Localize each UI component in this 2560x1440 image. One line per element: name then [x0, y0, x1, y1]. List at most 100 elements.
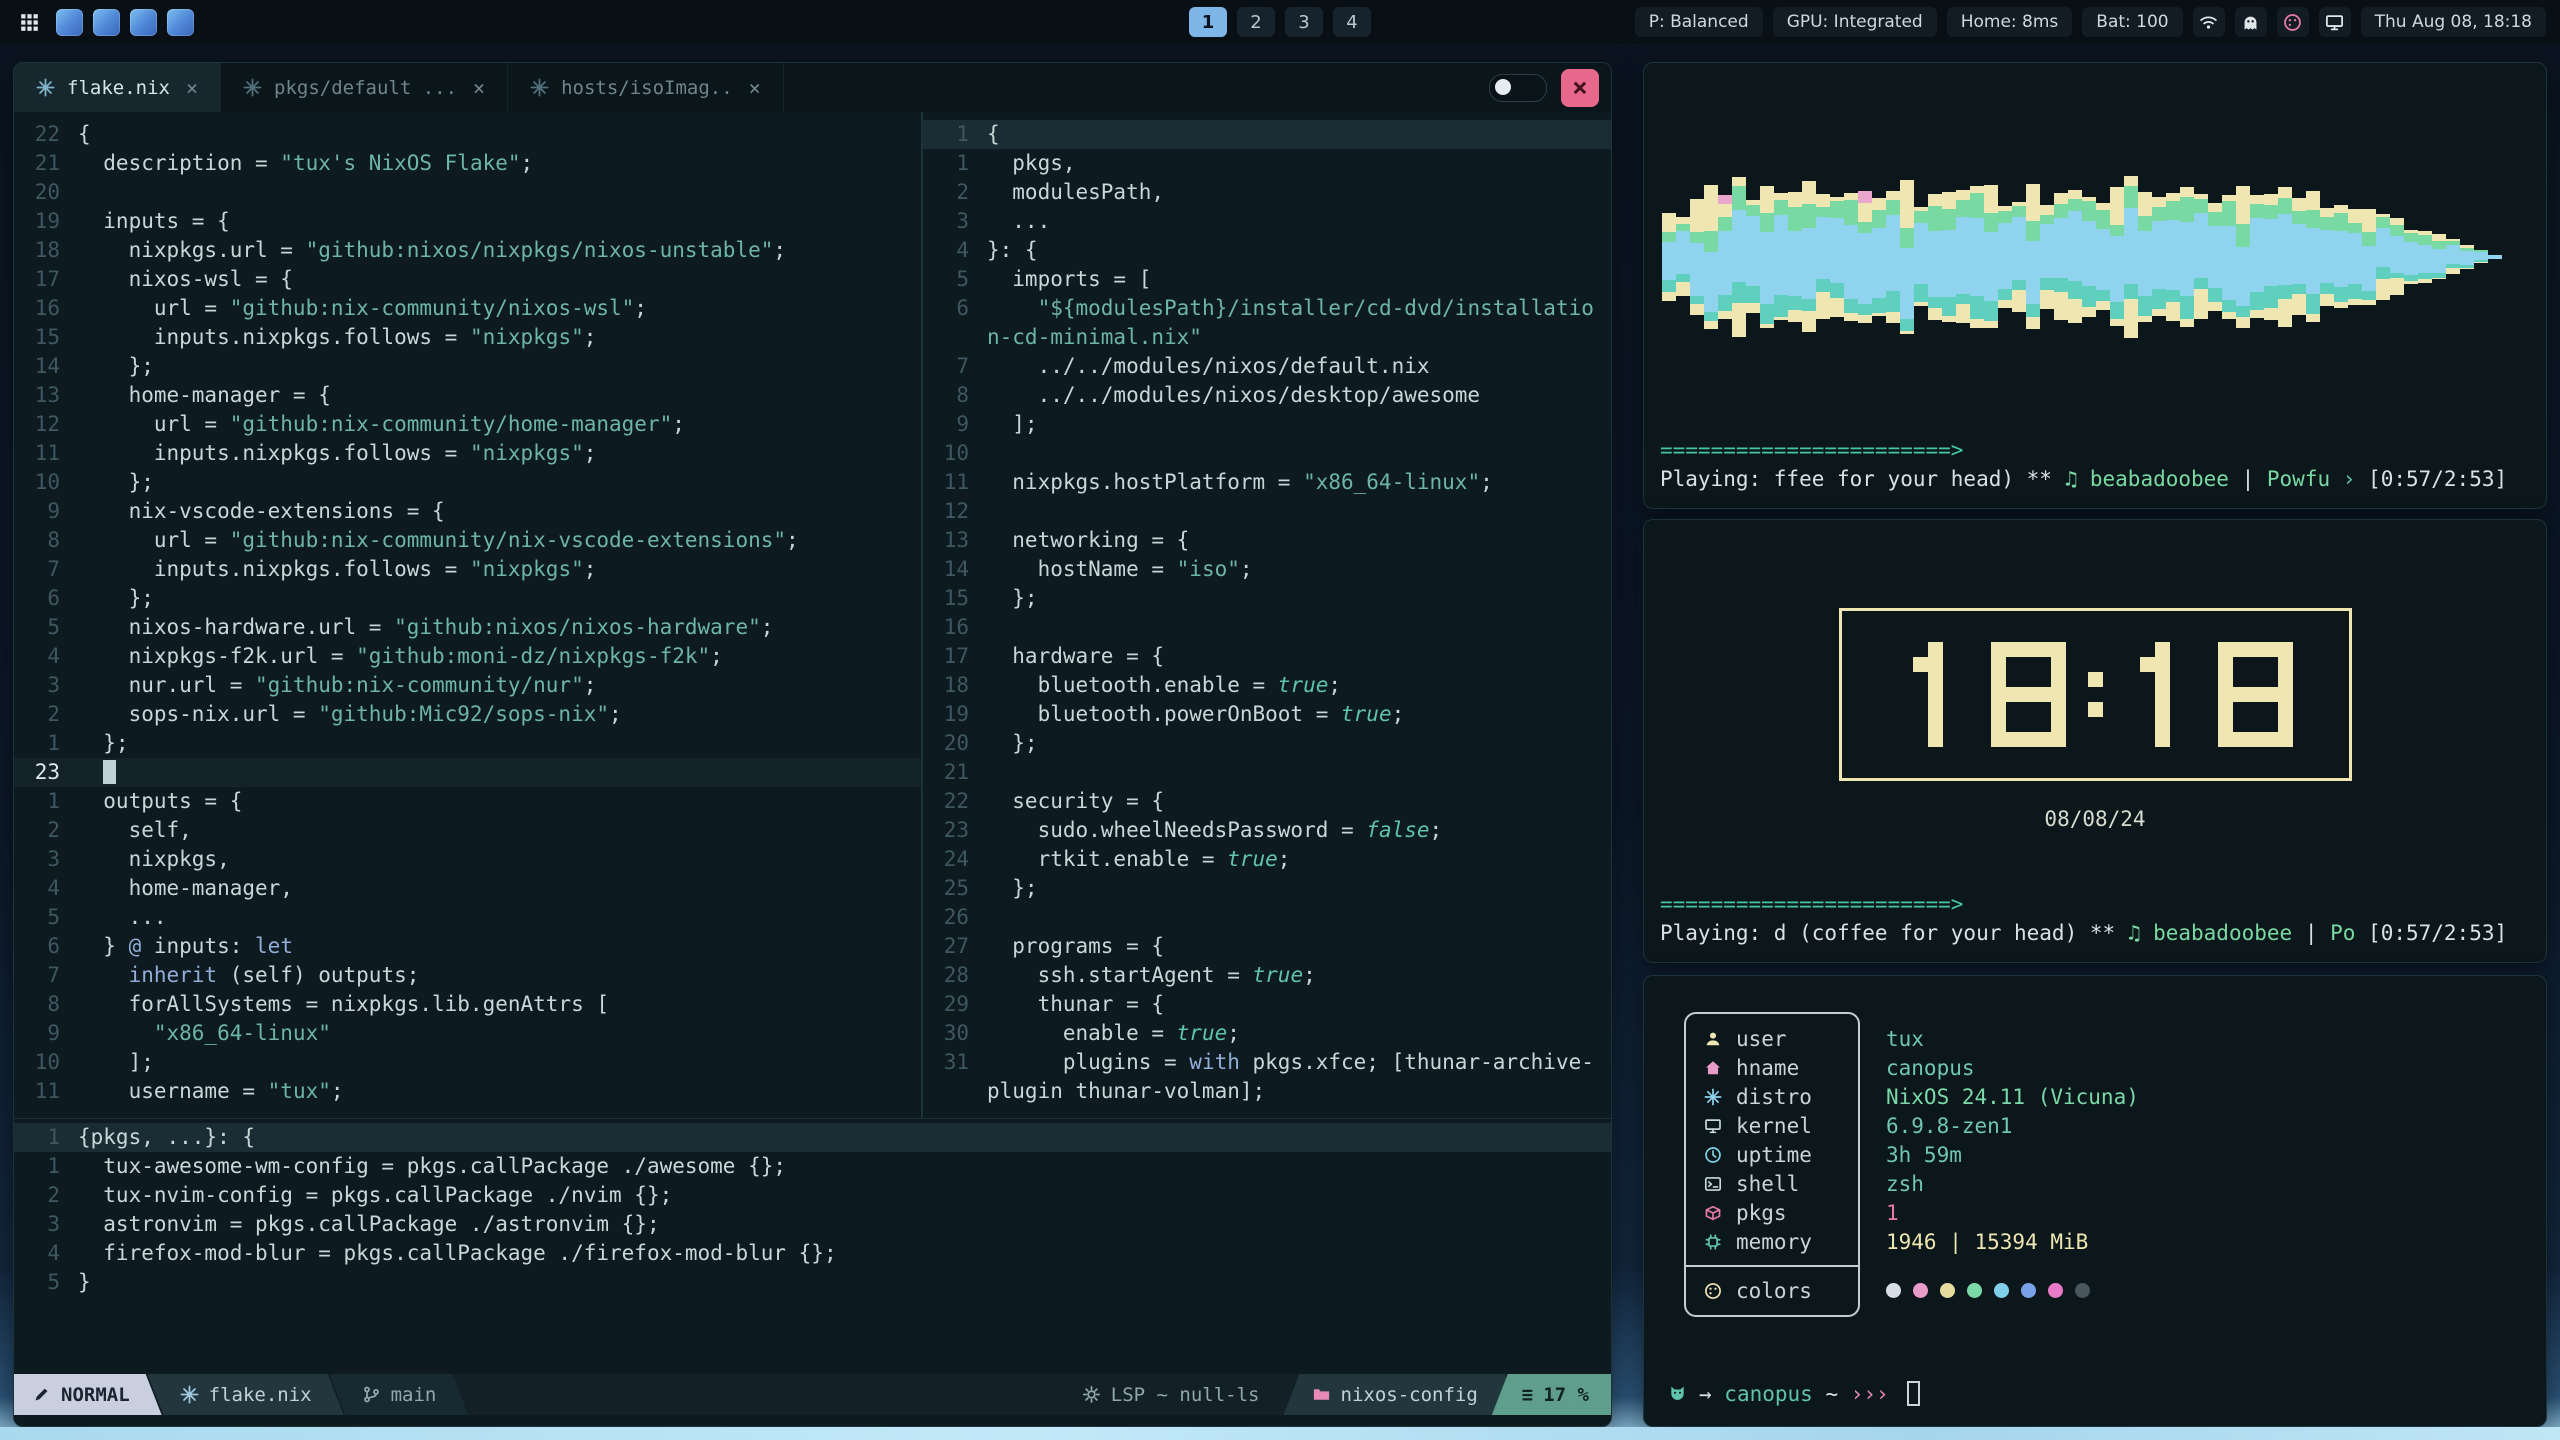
code-line[interactable]: 3 astronvim = pkgs.callPackage ./astronv… [14, 1210, 1611, 1239]
code-line[interactable]: 2 self, [14, 816, 921, 845]
code-line[interactable]: 5 imports = [ [923, 265, 1611, 294]
code-line[interactable]: 3 ... [923, 207, 1611, 236]
code-line[interactable]: 11 username = "tux"; [14, 1077, 921, 1106]
code-line[interactable]: 19 inputs = { [14, 207, 921, 236]
tab-hosts-isoimage[interactable]: hosts/isoImag.. × [508, 63, 784, 112]
palette-icon[interactable] [2277, 7, 2309, 37]
code-line[interactable]: 1 tux-awesome-wm-config = pkgs.callPacka… [14, 1152, 1611, 1181]
code-line[interactable]: 4 firefox-mod-blur = pkgs.callPackage ./… [14, 1239, 1611, 1268]
code-line[interactable]: 25 }; [923, 874, 1611, 903]
code-line[interactable]: 16 [923, 613, 1611, 642]
code-line[interactable]: 1 outputs = { [14, 787, 921, 816]
pane-iso-image[interactable]: 1{1 pkgs,2 modulesPath,3 ...4}: {5 impor… [923, 112, 1611, 1118]
code-line[interactable]: 22{ [14, 120, 921, 149]
code-line[interactable]: 6 "${modulesPath}/installer/cd-dvd/insta… [923, 294, 1611, 323]
code-line[interactable]: 21 description = "tux's NixOS Flake"; [14, 149, 921, 178]
shell-prompt[interactable]: → canopus ~ ››› [1660, 1381, 2530, 1406]
code-line[interactable]: n-cd-minimal.nix" [923, 323, 1611, 352]
ghost-icon[interactable] [2235, 7, 2267, 37]
code-line[interactable]: 7 inherit (self) outputs; [14, 961, 921, 990]
code-line[interactable]: 2 tux-nvim-config = pkgs.callPackage ./n… [14, 1181, 1611, 1210]
code-line[interactable]: 22 security = { [923, 787, 1611, 816]
display-icon[interactable] [2319, 7, 2351, 37]
wifi-icon[interactable] [2193, 7, 2225, 37]
code-line[interactable]: 6 } @ inputs: let [14, 932, 921, 961]
code-line[interactable]: 2 sops-nix.url = "github:Mic92/sops-nix"… [14, 700, 921, 729]
code-line[interactable]: 30 enable = true; [923, 1019, 1611, 1048]
code-line[interactable]: 18 nixpkgs.url = "github:nixos/nixpkgs/n… [14, 236, 921, 265]
code-line[interactable]: 9 nix-vscode-extensions = { [14, 497, 921, 526]
code-line[interactable]: 15 inputs.nixpkgs.follows = "nixpkgs"; [14, 323, 921, 352]
code-line[interactable]: 10 ]; [14, 1048, 921, 1077]
code-line[interactable]: 9 ]; [923, 410, 1611, 439]
code-line[interactable]: 14 hostName = "iso"; [923, 555, 1611, 584]
code-line[interactable]: plugin thunar-volman]; [923, 1077, 1611, 1106]
tray-app-icon[interactable] [93, 9, 120, 36]
theme-toggle[interactable] [1489, 74, 1547, 102]
code-line[interactable]: 12 url = "github:nix-community/home-mana… [14, 410, 921, 439]
code-line[interactable]: 3 nur.url = "github:nix-community/nur"; [14, 671, 921, 700]
code-line[interactable]: 21 [923, 758, 1611, 787]
code-line[interactable]: 18 bluetooth.enable = true; [923, 671, 1611, 700]
code-line[interactable]: 2 modulesPath, [923, 178, 1611, 207]
code-line[interactable]: 1{pkgs, ...}: { [14, 1123, 1611, 1152]
code-line[interactable]: 11 inputs.nixpkgs.follows = "nixpkgs"; [14, 439, 921, 468]
tray-app-icon[interactable] [167, 9, 194, 36]
code-line[interactable]: 20 }; [923, 729, 1611, 758]
code-line[interactable]: 4 nixpkgs-f2k.url = "github:moni-dz/nixp… [14, 642, 921, 671]
code-line[interactable]: 3 nixpkgs, [14, 845, 921, 874]
code-line[interactable]: 14 }; [14, 352, 921, 381]
workspace-tag-3[interactable]: 3 [1285, 7, 1323, 37]
code-line[interactable]: 4 home-manager, [14, 874, 921, 903]
tab-close-icon[interactable]: × [186, 76, 198, 100]
code-line[interactable]: 31 plugins = with pkgs.xfce; [thunar-arc… [923, 1048, 1611, 1077]
pane-flake-nix[interactable]: 22{21 description = "tux's NixOS Flake";… [14, 112, 921, 1118]
tab-close-icon[interactable]: × [749, 76, 761, 100]
pane-pkgs-default[interactable]: 1{pkgs, ...}: {1 tux-awesome-wm-config =… [14, 1118, 1611, 1374]
code-line[interactable]: 6 }; [14, 584, 921, 613]
code-line[interactable]: 24 rtkit.enable = true; [923, 845, 1611, 874]
code-line[interactable]: 17 nixos-wsl = { [14, 265, 921, 294]
code-line[interactable]: 15 }; [923, 584, 1611, 613]
code-line[interactable]: 5 nixos-hardware.url = "github:nixos/nix… [14, 613, 921, 642]
workspace-tag-1[interactable]: 1 [1189, 7, 1227, 37]
code-line[interactable]: 17 hardware = { [923, 642, 1611, 671]
tab-close-icon[interactable]: × [473, 76, 485, 100]
code-line[interactable]: 19 bluetooth.powerOnBoot = true; [923, 700, 1611, 729]
code-line[interactable]: 12 [923, 497, 1611, 526]
code-line[interactable]: 20 [14, 178, 921, 207]
tab-flake-nix[interactable]: flake.nix × [14, 63, 221, 112]
code-line[interactable]: 13 home-manager = { [14, 381, 921, 410]
code-line[interactable]: 8 forAllSystems = nixpkgs.lib.genAttrs [ [14, 990, 921, 1019]
code-line[interactable]: 4}: { [923, 236, 1611, 265]
code-line[interactable]: 10 }; [14, 468, 921, 497]
code-line[interactable]: 23 sudo.wheelNeedsPassword = false; [923, 816, 1611, 845]
code-line[interactable]: 5} [14, 1268, 1611, 1297]
code-line[interactable]: 1 pkgs, [923, 149, 1611, 178]
code-line[interactable]: 11 nixpkgs.hostPlatform = "x86_64-linux"… [923, 468, 1611, 497]
code-line[interactable]: 16 url = "github:nix-community/nixos-wsl… [14, 294, 921, 323]
code-line[interactable]: 27 programs = { [923, 932, 1611, 961]
tab-pkgs-default[interactable]: pkgs/default ... × [221, 63, 508, 112]
code-line[interactable]: 23 [14, 758, 921, 787]
code-line[interactable]: 26 [923, 903, 1611, 932]
workspace-tag-2[interactable]: 2 [1237, 7, 1275, 37]
command-line[interactable] [14, 1415, 1611, 1426]
code-line[interactable]: 8 ../../modules/nixos/desktop/awesome [923, 381, 1611, 410]
code-line[interactable]: 7 ../../modules/nixos/default.nix [923, 352, 1611, 381]
tray-app-icon[interactable] [130, 9, 157, 36]
code-line[interactable]: 8 url = "github:nix-community/nix-vscode… [14, 526, 921, 555]
code-line[interactable]: 28 ssh.startAgent = true; [923, 961, 1611, 990]
code-line[interactable]: 9 "x86_64-linux" [14, 1019, 921, 1048]
launcher-grid-icon[interactable] [14, 7, 44, 37]
code-line[interactable]: 29 thunar = { [923, 990, 1611, 1019]
code-line[interactable]: 1 }; [14, 729, 921, 758]
code-line[interactable]: 1{ [923, 120, 1611, 149]
code-line[interactable]: 13 networking = { [923, 526, 1611, 555]
window-close-button[interactable]: × [1561, 69, 1599, 107]
code-line[interactable]: 10 [923, 439, 1611, 468]
workspace-tag-4[interactable]: 4 [1333, 7, 1371, 37]
tray-app-icon[interactable] [56, 9, 83, 36]
code-line[interactable]: 7 inputs.nixpkgs.follows = "nixpkgs"; [14, 555, 921, 584]
code-line[interactable]: 5 ... [14, 903, 921, 932]
